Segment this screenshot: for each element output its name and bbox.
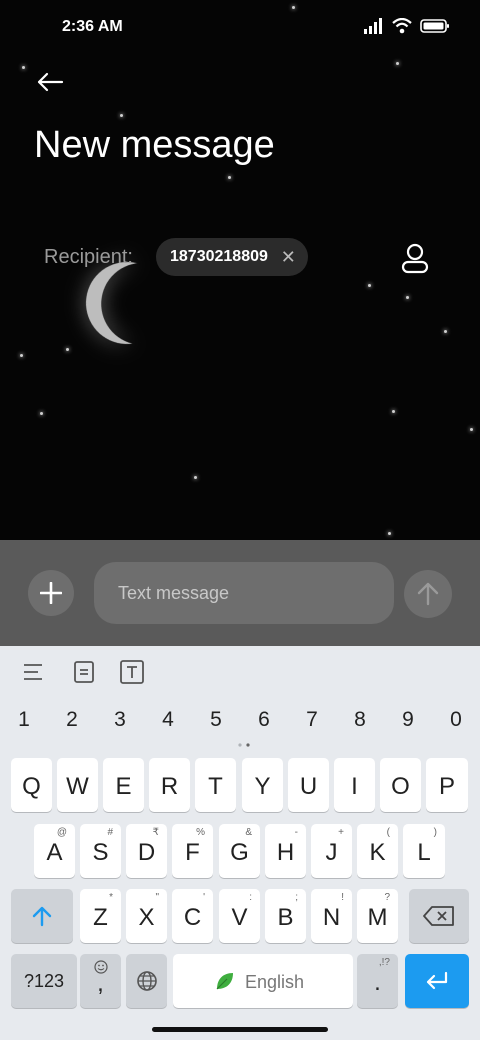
battery-icon [420, 19, 449, 33]
arrow-left-icon [37, 72, 64, 92]
recipient-chip[interactable]: 18730218809 ✕ [156, 238, 308, 276]
remove-recipient-icon[interactable]: ✕ [281, 238, 296, 276]
key-f[interactable]: % F [172, 824, 213, 878]
star [444, 330, 447, 333]
key-j[interactable]: + J [311, 824, 352, 878]
lines-icon [24, 664, 42, 680]
space-label: English [245, 972, 305, 992]
shift-key[interactable] [11, 889, 73, 943]
key-r[interactable]: R [149, 758, 190, 812]
keyboard: 1 2 3 4 5 6 7 8 9 0 Q W E R T Y U I O P … [0, 646, 480, 1040]
key-v[interactable]: :V [219, 889, 260, 943]
globe-icon [137, 971, 157, 991]
compose-bar [0, 540, 480, 646]
key-0[interactable]: 0 [441, 708, 471, 732]
star [392, 410, 395, 413]
key-k[interactable]: (K [357, 824, 398, 878]
key-w[interactable]: W [57, 758, 98, 812]
key-4[interactable]: 4 [153, 708, 183, 732]
shift-arrow-icon [32, 906, 52, 927]
key-i[interactable]: I [334, 758, 375, 812]
key-d[interactable]: ₹ D [126, 824, 167, 878]
key-s[interactable]: # S [80, 824, 121, 878]
wifi-icon [392, 18, 412, 34]
recipient-label: Recipient: [44, 246, 133, 268]
key-c[interactable]: ' C [172, 889, 213, 943]
text-message-input[interactable] [94, 562, 394, 624]
key-3[interactable]: 3 [105, 708, 135, 732]
recipient-row: Recipient: 18730218809 ✕ [44, 238, 444, 278]
backspace-icon [423, 906, 454, 926]
backspace-key[interactable] [409, 889, 469, 943]
page-title: New message [34, 124, 275, 166]
star [20, 354, 23, 357]
key-m[interactable]: ? M [357, 889, 398, 943]
star [470, 428, 473, 431]
key-l[interactable]: ) L [403, 824, 445, 878]
key-q[interactable]: Q [11, 758, 52, 812]
star [40, 412, 43, 415]
enter-arrow-icon [426, 971, 448, 990]
recipient-number: 18730218809 [170, 248, 268, 265]
key-2[interactable]: 2 [57, 708, 87, 732]
status-time: 2:36 AM [62, 18, 123, 35]
key-h[interactable]: -H [265, 824, 306, 878]
star [396, 62, 399, 65]
number-row: 1 2 3 4 5 6 7 8 9 0 [0, 708, 480, 738]
star [388, 532, 391, 535]
key-9[interactable]: 9 [393, 708, 423, 732]
key-a[interactable]: @ A [34, 824, 75, 878]
star [228, 176, 231, 179]
space-key[interactable]: English [173, 954, 353, 1008]
emoji-comma-key[interactable]: , [80, 954, 121, 1008]
text-tool-button[interactable] [120, 660, 144, 684]
back-button[interactable] [32, 64, 68, 100]
star [66, 348, 69, 351]
menu-tool-button[interactable] [22, 660, 46, 684]
language-key[interactable] [126, 954, 167, 1008]
plus-icon [40, 582, 62, 604]
send-button[interactable] [404, 570, 452, 618]
key-6[interactable]: 6 [249, 708, 279, 732]
star [406, 296, 409, 299]
star [120, 114, 123, 117]
star [368, 284, 371, 287]
status-icons [364, 18, 450, 34]
contacts-button[interactable] [400, 242, 430, 274]
key-e[interactable]: E [103, 758, 144, 812]
key-y[interactable]: Y [242, 758, 283, 812]
key-p[interactable]: P [426, 758, 468, 812]
clipboard-tool-button[interactable] [72, 660, 96, 684]
add-attachment-button[interactable] [28, 570, 74, 616]
star [22, 66, 25, 69]
key-z[interactable]: * Z [80, 889, 121, 943]
key-5[interactable]: 5 [201, 708, 231, 732]
key-t[interactable]: T [195, 758, 236, 812]
page-dots-indicator [238, 743, 250, 747]
leaf-icon [216, 973, 233, 990]
signal-icon [364, 18, 382, 34]
key-7[interactable]: 7 [297, 708, 327, 732]
person-icon [401, 243, 429, 274]
period-key[interactable]: ,!? . [357, 954, 398, 1008]
key-8[interactable]: 8 [345, 708, 375, 732]
star [194, 476, 197, 479]
key-u[interactable]: U [288, 758, 329, 812]
enter-key[interactable] [405, 954, 469, 1008]
key-1[interactable]: 1 [9, 708, 39, 732]
key-b[interactable]: ; B [265, 889, 306, 943]
key-x[interactable]: " X [126, 889, 167, 943]
key-g[interactable]: & G [219, 824, 260, 878]
clipboard-icon [74, 661, 94, 683]
home-indicator[interactable] [152, 1027, 328, 1032]
key-o[interactable]: O [380, 758, 421, 812]
status-bar: 2:36 AM [0, 0, 480, 56]
text-icon [120, 660, 144, 684]
key-n[interactable]: ! N [311, 889, 352, 943]
keyboard-toolbar [0, 646, 480, 698]
arrow-up-icon [417, 582, 439, 606]
symbols-key[interactable]: ?123 [11, 954, 77, 1008]
